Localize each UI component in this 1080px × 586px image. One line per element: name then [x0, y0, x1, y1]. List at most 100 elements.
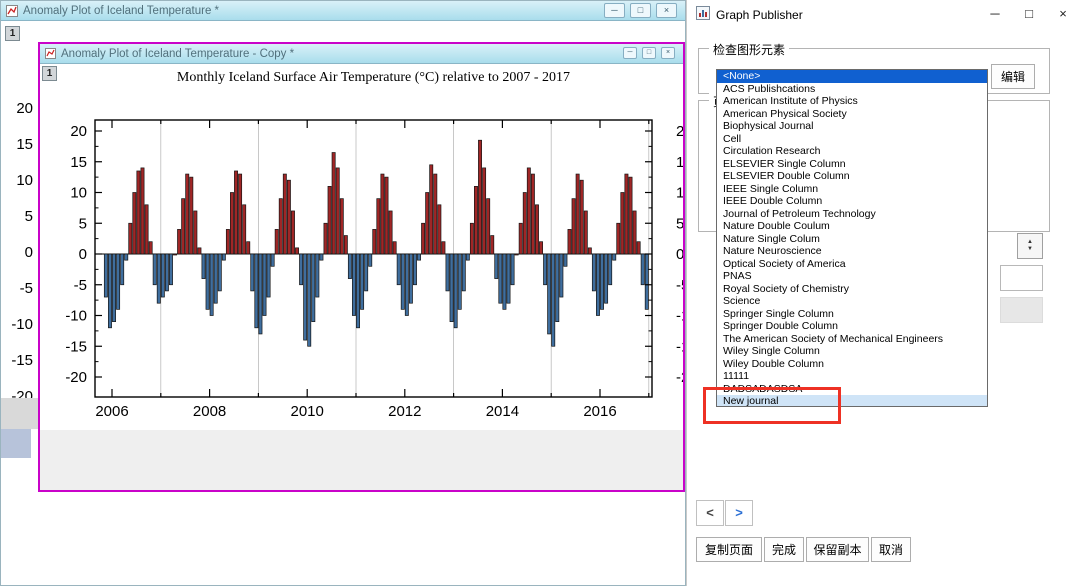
- svg-text:2012: 2012: [388, 403, 421, 420]
- journal-item[interactable]: Optical Society of America: [717, 258, 987, 271]
- journal-item[interactable]: New journal: [717, 395, 987, 406]
- cancel-button[interactable]: 取消: [871, 537, 911, 562]
- svg-text:0: 0: [676, 246, 683, 263]
- svg-text:2008: 2008: [193, 403, 226, 420]
- window2-titlebar[interactable]: Anomaly Plot of Iceland Temperature - Co…: [40, 44, 683, 64]
- journal-item[interactable]: Biophysical Journal: [717, 120, 987, 133]
- graph-publisher-dialog: Graph Publisher ─ □ × 检查图形元素 编辑 页 ▲ ▼ <N…: [686, 0, 1080, 586]
- journal-item[interactable]: <None>: [717, 70, 987, 83]
- journal-item[interactable]: IEEE Double Column: [717, 195, 987, 208]
- window2-layer-badge[interactable]: 1: [42, 66, 57, 81]
- journal-item[interactable]: Nature Single Colum: [717, 233, 987, 246]
- svg-text:-15: -15: [676, 338, 683, 355]
- spinner-up-icon: ▲: [1027, 239, 1033, 245]
- journal-item[interactable]: Science: [717, 295, 987, 308]
- journal-item[interactable]: Wiley Double Column: [717, 358, 987, 371]
- window1-minimize-button[interactable]: ─: [604, 3, 625, 18]
- svg-text:5: 5: [676, 215, 683, 232]
- window1-restore-button[interactable]: □: [630, 3, 651, 18]
- bg-y-axis-label: -10: [11, 316, 33, 333]
- svg-text:-5: -5: [676, 277, 683, 294]
- nav-previous-button[interactable]: <: [696, 500, 724, 526]
- journal-item[interactable]: Royal Society of Chemistry: [717, 283, 987, 296]
- journal-item[interactable]: ELSEVIER Single Column: [717, 158, 987, 171]
- journal-item[interactable]: ACS Publishcations: [717, 83, 987, 96]
- window1-scroll-strip: [1, 398, 39, 429]
- journal-item[interactable]: IEEE Single Column: [717, 183, 987, 196]
- bg-y-axis-label: 10: [16, 172, 33, 189]
- bg-y-axis-label: 20: [16, 100, 33, 117]
- journal-item[interactable]: PNAS: [717, 270, 987, 283]
- journal-item[interactable]: Springer Single Column: [717, 308, 987, 321]
- graph-window-copy: Anomaly Plot of Iceland Temperature - Co…: [38, 42, 685, 492]
- graph-page: 1 Monthly Iceland Surface Air Temperatur…: [40, 64, 683, 430]
- window1-layer-badge[interactable]: 1: [5, 26, 20, 41]
- page-value-input[interactable]: [1000, 265, 1043, 291]
- svg-text:-20: -20: [676, 369, 683, 386]
- window1-title: Anomaly Plot of Iceland Temperature *: [23, 4, 220, 17]
- window2-close-button[interactable]: ×: [661, 47, 675, 59]
- publisher-titlebar[interactable]: Graph Publisher ─ □ ×: [687, 0, 1080, 30]
- graph-publisher-icon: [696, 5, 710, 25]
- graph-window-icon: [6, 4, 18, 17]
- svg-text:-10: -10: [65, 308, 87, 325]
- svg-text:15: 15: [676, 154, 683, 171]
- svg-text:2016: 2016: [583, 403, 616, 420]
- journal-item[interactable]: Nature Double Coulum: [717, 220, 987, 233]
- publisher-maximize-button[interactable]: □: [1012, 0, 1046, 30]
- copy-page-button[interactable]: 复制页面: [696, 537, 762, 562]
- svg-text:2006: 2006: [95, 403, 128, 420]
- svg-text:20: 20: [676, 123, 683, 140]
- journal-item[interactable]: Circulation Research: [717, 145, 987, 158]
- bg-y-axis-label: 0: [24, 244, 33, 261]
- svg-text:10: 10: [676, 185, 683, 202]
- anomaly-chart[interactable]: 20 20 15 15 10 10 5 5 0 0 -5 -5 -10 -10 -15 -15 -20 -20 20…: [40, 64, 683, 430]
- application-window: Anomaly Plot of Iceland Temperature * ─ …: [0, 0, 1080, 586]
- journal-item[interactable]: American Physical Society: [717, 108, 987, 121]
- bg-y-axis-label: 5: [24, 208, 33, 225]
- svg-text:2010: 2010: [291, 403, 324, 420]
- journal-item[interactable]: DADSADASDSA: [717, 383, 987, 396]
- window2-title: Anomaly Plot of Iceland Temperature - Co…: [61, 47, 295, 60]
- page-value-disabled-field: [1000, 297, 1043, 323]
- svg-text:20: 20: [70, 123, 87, 140]
- nav-next-button[interactable]: >: [725, 500, 753, 526]
- journal-item[interactable]: Nature Neuroscience: [717, 245, 987, 258]
- journal-item[interactable]: Springer Double Column: [717, 320, 987, 333]
- svg-text:-20: -20: [65, 369, 87, 386]
- window2-minimize-button[interactable]: ─: [623, 47, 637, 59]
- unit-spinner[interactable]: ▲ ▼: [1017, 233, 1043, 259]
- spinner-down-icon: ▼: [1027, 246, 1033, 252]
- edit-button[interactable]: 编辑: [991, 64, 1035, 89]
- journal-item[interactable]: Wiley Single Column: [717, 345, 987, 358]
- bg-y-axis-label: 15: [16, 136, 33, 153]
- publisher-close-button[interactable]: ×: [1046, 0, 1080, 30]
- window1-scroll-corner[interactable]: [1, 429, 31, 458]
- graph-window-icon: [45, 48, 56, 59]
- journal-item[interactable]: Cell: [717, 133, 987, 146]
- svg-text:5: 5: [79, 215, 87, 232]
- svg-text:-5: -5: [74, 277, 87, 294]
- keep-copy-button[interactable]: 保留副本: [806, 537, 869, 562]
- window1-titlebar[interactable]: Anomaly Plot of Iceland Temperature * ─ …: [1, 1, 685, 21]
- journal-item[interactable]: American Institute of Physics: [717, 95, 987, 108]
- svg-text:10: 10: [70, 185, 87, 202]
- bg-y-axis-label: -5: [19, 280, 33, 297]
- svg-text:15: 15: [70, 154, 87, 171]
- journal-item[interactable]: The American Society of Mechanical Engin…: [717, 333, 987, 346]
- background-chart-y-axis: 20 15 10 5 0 -5 -10 -15 -20: [1, 21, 35, 441]
- journal-item[interactable]: Journal of Petroleum Technology: [717, 208, 987, 221]
- svg-text:-10: -10: [676, 308, 683, 325]
- window2-body: 1 Monthly Iceland Surface Air Temperatur…: [40, 64, 683, 490]
- journal-list: <None> ACS Publishcations American Institu…: [716, 69, 988, 407]
- journal-item[interactable]: ELSEVIER Double Column: [717, 170, 987, 183]
- window2-restore-button[interactable]: □: [642, 47, 656, 59]
- journal-item[interactable]: 11111: [717, 370, 987, 383]
- publisher-minimize-button[interactable]: ─: [978, 0, 1012, 30]
- bg-y-axis-label: -15: [11, 352, 33, 369]
- publisher-title: Graph Publisher: [716, 8, 803, 22]
- svg-text:0: 0: [79, 246, 87, 263]
- inspect-elements-label: 检查图形元素: [709, 41, 790, 58]
- done-button[interactable]: 完成: [764, 537, 804, 562]
- window1-close-button[interactable]: ×: [656, 3, 677, 18]
